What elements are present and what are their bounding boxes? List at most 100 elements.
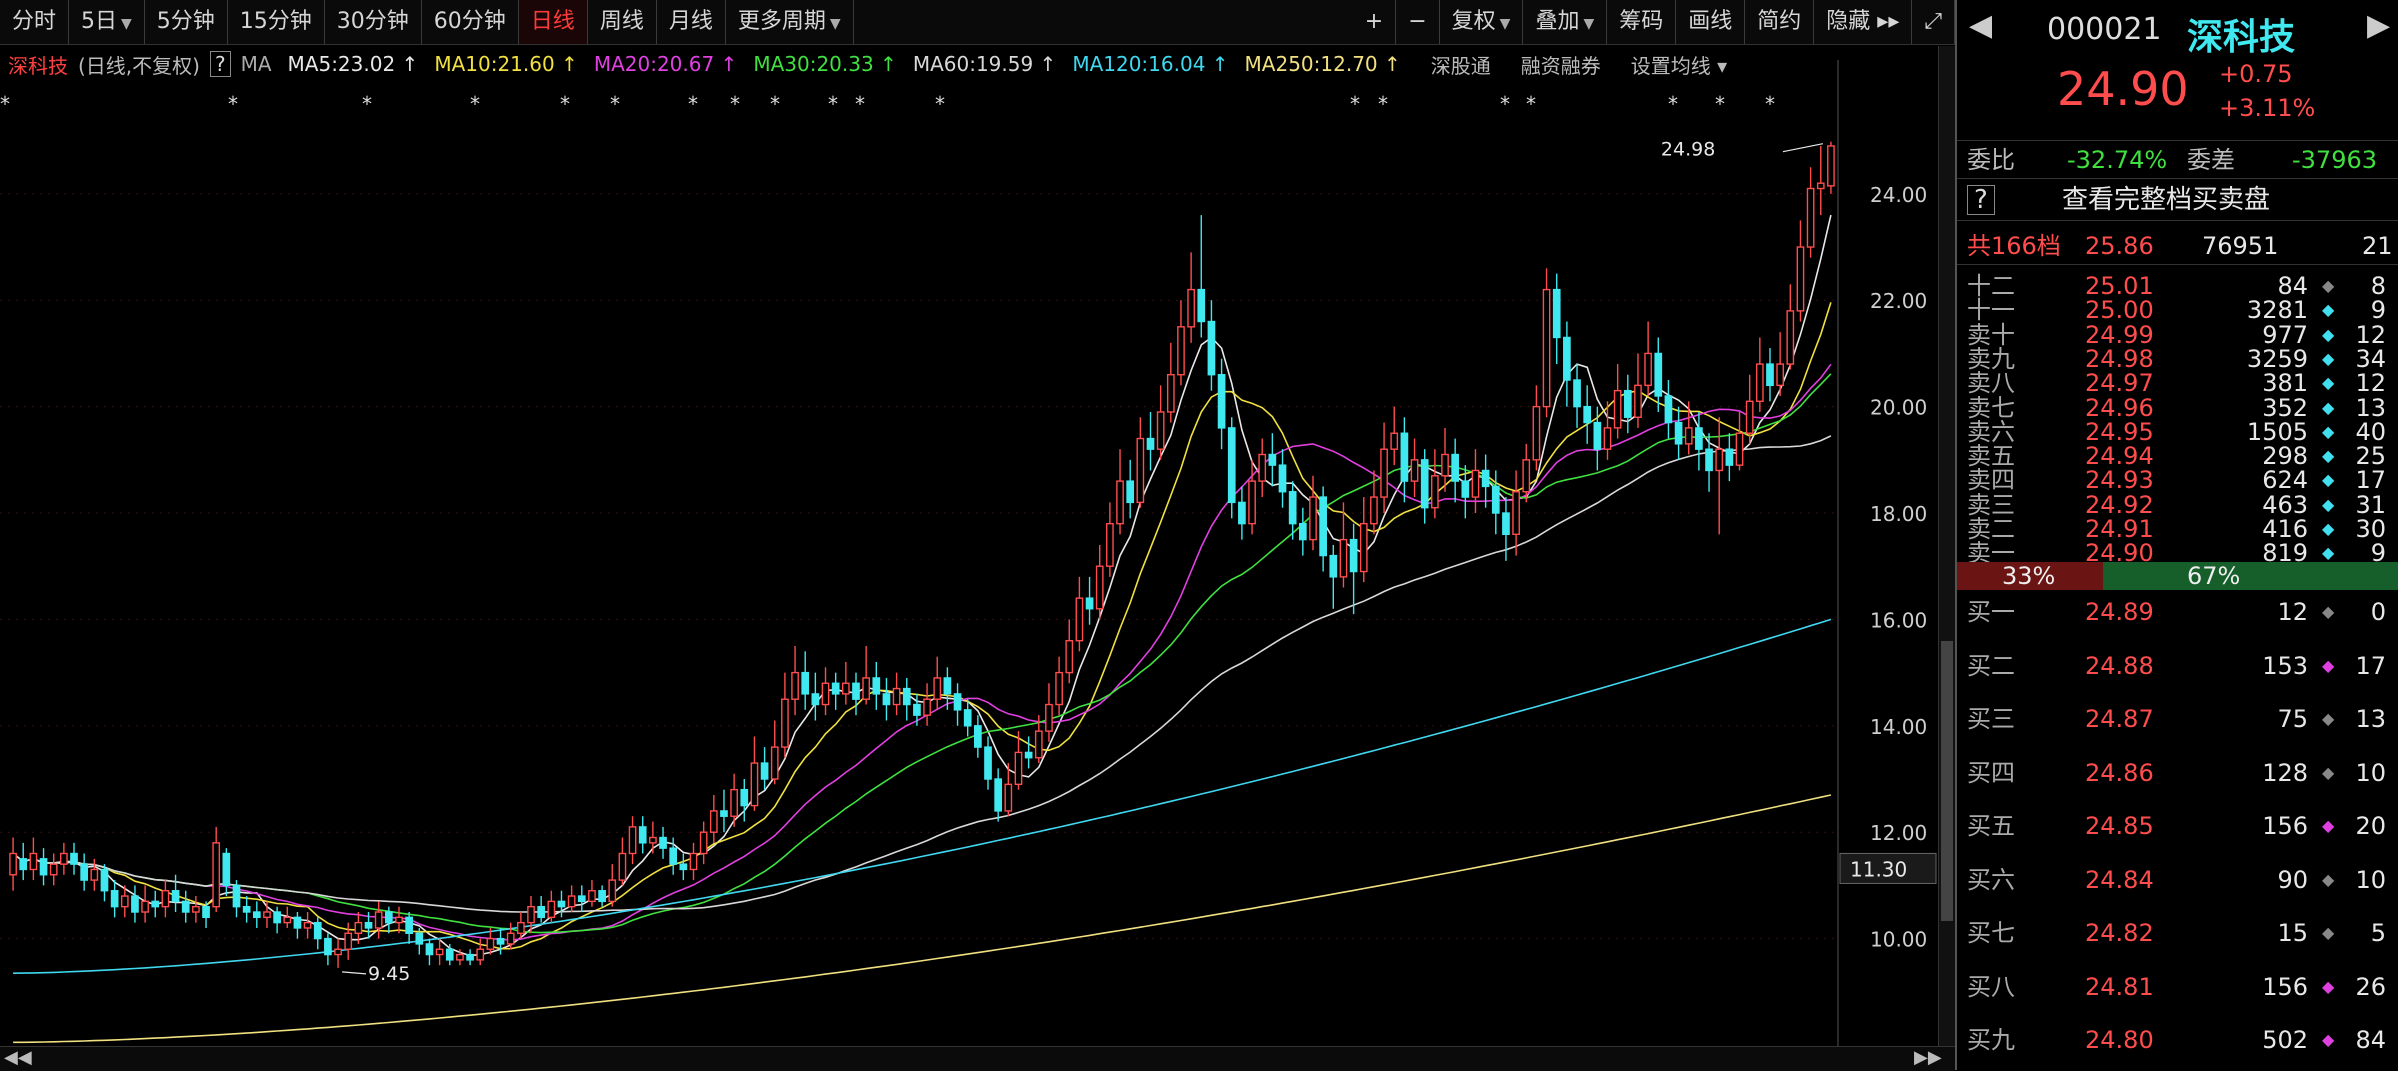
scroll-left-icon[interactable]: ◀◀ (4, 1047, 32, 1068)
candle[interactable] (1827, 141, 1835, 194)
candle[interactable] (80, 853, 89, 891)
candle[interactable] (1725, 433, 1734, 482)
candle[interactable] (1695, 411, 1703, 471)
candle[interactable] (151, 890, 160, 918)
candle[interactable] (110, 880, 119, 918)
candle[interactable] (1197, 215, 1206, 338)
bids-row[interactable]: 买五 24.85 156 ◆ 20 (1957, 808, 2398, 844)
candle[interactable] (1024, 736, 1033, 769)
candle[interactable] (974, 715, 982, 758)
candle[interactable] (192, 896, 200, 923)
candle[interactable] (1705, 433, 1713, 492)
candle[interactable] (1563, 321, 1571, 407)
candle[interactable] (1227, 417, 1236, 519)
next-stock-icon[interactable]: ▶ (2367, 8, 2390, 43)
candle[interactable] (1796, 220, 1805, 322)
candle[interactable] (1776, 332, 1784, 396)
candle[interactable] (1085, 576, 1094, 625)
candle[interactable] (577, 885, 586, 913)
candle[interactable] (618, 837, 627, 886)
candle[interactable] (1674, 406, 1683, 460)
candle[interactable] (1278, 449, 1287, 508)
candle[interactable] (923, 683, 931, 726)
candle[interactable] (720, 789, 728, 833)
candlestick-chart[interactable]: 10.00 12.00 14.00 16.00 18.00 20.00 22.00 24.00… (0, 0, 1955, 1070)
candle[interactable] (1745, 374, 1754, 444)
candle[interactable] (1166, 342, 1175, 423)
candle[interactable] (1106, 502, 1114, 577)
candle[interactable] (19, 842, 28, 881)
candle[interactable] (598, 885, 606, 907)
candle[interactable] (638, 816, 647, 854)
candle[interactable] (283, 906, 292, 928)
candle[interactable] (537, 896, 546, 923)
candle[interactable] (1065, 619, 1074, 684)
candle[interactable] (984, 736, 992, 790)
candle[interactable] (1217, 358, 1226, 450)
candle[interactable] (303, 912, 312, 939)
candle[interactable] (1156, 385, 1165, 460)
candle[interactable] (1684, 401, 1693, 455)
candle[interactable] (1075, 576, 1084, 652)
candle[interactable] (405, 912, 413, 944)
candle[interactable] (709, 794, 718, 843)
candle[interactable] (1055, 656, 1063, 716)
candle[interactable] (313, 917, 322, 950)
candle[interactable] (862, 646, 870, 705)
candle[interactable] (852, 672, 860, 716)
prev-stock-icon[interactable]: ◀ (1969, 8, 1992, 43)
candle[interactable] (252, 901, 261, 928)
candle[interactable] (232, 880, 241, 918)
candle[interactable] (1441, 427, 1449, 492)
bids-row[interactable]: 买三 24.87 75 ◆ 13 (1957, 701, 2398, 737)
candle[interactable] (882, 677, 891, 721)
candle[interactable] (689, 842, 698, 881)
candle[interactable] (1816, 145, 1825, 216)
candle[interactable] (49, 853, 58, 886)
candle[interactable] (1623, 374, 1632, 434)
candle[interactable] (212, 826, 221, 913)
candle[interactable] (131, 885, 139, 923)
candle[interactable] (222, 848, 231, 897)
candle[interactable] (1410, 438, 1419, 498)
candle[interactable] (1634, 353, 1642, 428)
candle[interactable] (1512, 470, 1520, 556)
bids-row[interactable]: 买二 24.88 153 ◆ 17 (1957, 648, 2398, 684)
candle[interactable] (679, 853, 688, 881)
bids-row[interactable]: 买八 24.81 156 ◆ 26 (1957, 969, 2398, 1005)
candle[interactable] (1766, 348, 1774, 402)
candle[interactable] (760, 747, 769, 790)
candle[interactable] (831, 672, 840, 710)
vertical-scrollbar[interactable] (1938, 46, 1956, 1046)
candle[interactable] (1664, 380, 1673, 439)
candle[interactable] (466, 949, 474, 966)
candle[interactable] (1116, 449, 1124, 535)
candle[interactable] (1583, 385, 1592, 444)
candle[interactable] (963, 699, 972, 737)
bids-row[interactable]: 买四 24.86 128 ◆ 10 (1957, 755, 2398, 791)
candle[interactable] (1806, 167, 1815, 258)
candle[interactable] (39, 848, 48, 886)
candle[interactable] (293, 912, 302, 939)
candle[interactable] (1532, 385, 1541, 471)
candle[interactable] (791, 646, 799, 716)
candle[interactable] (1502, 497, 1510, 561)
candle[interactable] (567, 885, 576, 913)
candle[interactable] (994, 768, 1003, 822)
candle[interactable] (1431, 449, 1439, 519)
candle[interactable] (1644, 321, 1652, 396)
candle[interactable] (517, 912, 525, 939)
candle[interactable] (60, 842, 68, 875)
candle[interactable] (1045, 683, 1053, 742)
candle[interactable] (649, 821, 657, 854)
candle[interactable] (1319, 486, 1327, 572)
candle[interactable] (9, 837, 17, 891)
candle[interactable] (374, 901, 383, 939)
candle[interactable] (1735, 411, 1744, 471)
candle[interactable] (425, 938, 434, 966)
candle[interactable] (588, 880, 596, 907)
candle[interactable] (1715, 417, 1724, 535)
candle[interactable] (263, 901, 271, 928)
candle[interactable] (1542, 268, 1551, 418)
candle[interactable] (1471, 449, 1480, 514)
